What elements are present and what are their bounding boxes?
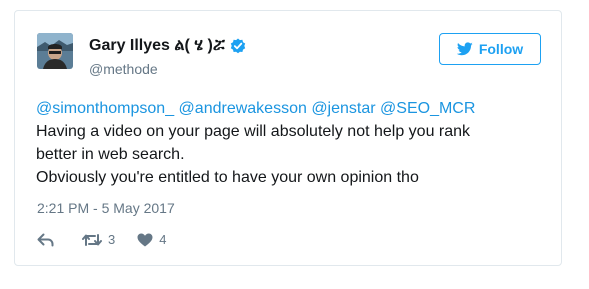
verified-badge-icon bbox=[230, 38, 246, 54]
follow-button[interactable]: Follow bbox=[439, 33, 541, 65]
retweet-button[interactable]: 3 bbox=[82, 232, 115, 247]
tweet-text-line: better in web search. bbox=[36, 146, 185, 163]
avatar-photo-icon bbox=[37, 33, 73, 69]
tweet-card: Gary Illyes ል( ሄ )ሯ @methode Follow @sim… bbox=[14, 10, 562, 266]
tweet-text-line: Obviously you're entitled to have your o… bbox=[36, 169, 419, 186]
mention-link[interactable]: @SEO_MCR bbox=[380, 100, 475, 117]
tweet-text: @simonthompson_ @andrewakesson @jenstar … bbox=[36, 97, 551, 189]
like-count: 4 bbox=[159, 232, 167, 247]
avatar[interactable] bbox=[37, 33, 73, 69]
mention-link[interactable]: @jenstar bbox=[311, 100, 375, 117]
author-name[interactable]: Gary Illyes ል( ሄ )ሯ bbox=[89, 37, 225, 55]
mention-link[interactable]: @simonthompson_ bbox=[36, 100, 174, 117]
follow-label: Follow bbox=[478, 41, 524, 57]
mentions-line: @simonthompson_ @andrewakesson @jenstar … bbox=[36, 97, 551, 120]
retweet-icon bbox=[82, 233, 102, 246]
twitter-bird-icon bbox=[456, 42, 473, 56]
heart-icon bbox=[137, 233, 153, 246]
tweet-timestamp[interactable]: 2:21 PM - 5 May 2017 bbox=[37, 200, 175, 216]
author-name-row[interactable]: Gary Illyes ል( ሄ )ሯ bbox=[89, 37, 246, 55]
retweet-count: 3 bbox=[108, 232, 116, 247]
reply-button[interactable] bbox=[37, 233, 54, 247]
tweet-text-line: Having a video on your page will absolut… bbox=[36, 123, 471, 140]
tweet-actions: 3 4 bbox=[37, 232, 166, 247]
reply-icon bbox=[37, 233, 54, 246]
author-handle[interactable]: @methode bbox=[89, 61, 158, 77]
mention-link[interactable]: @andrewakesson bbox=[179, 100, 307, 117]
like-button[interactable]: 4 bbox=[137, 232, 166, 247]
